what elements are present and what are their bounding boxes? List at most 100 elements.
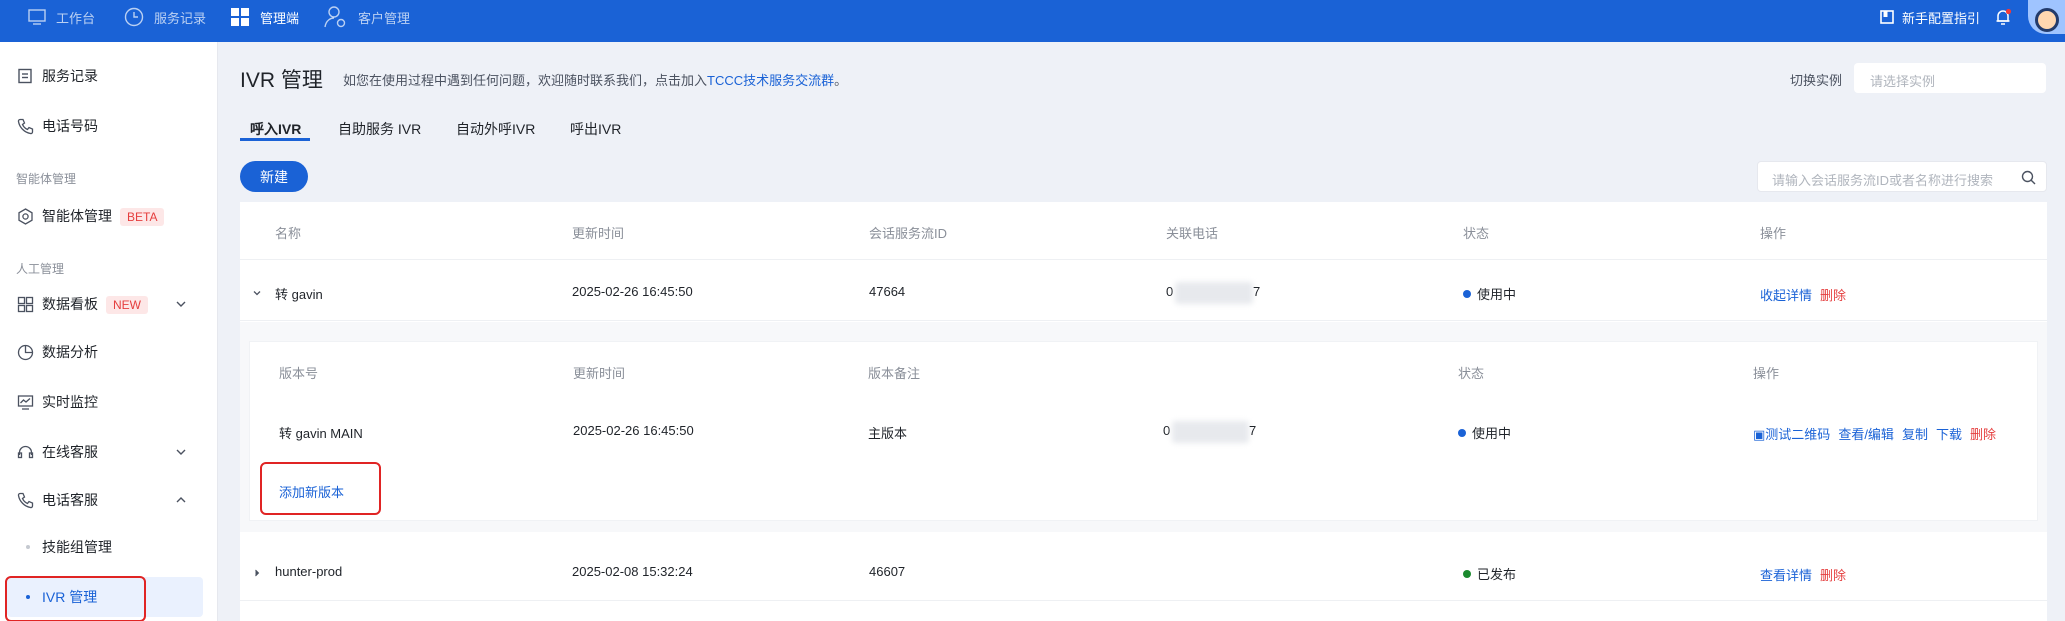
- sidebar-item-phone-numbers[interactable]: 电话号码: [0, 108, 218, 144]
- nav-customer-management[interactable]: 客户管理: [324, 0, 410, 34]
- delete-link[interactable]: 删除: [1820, 565, 1846, 584]
- col-header-updated: 更新时间: [572, 226, 625, 241]
- sidebar-group-ai: 智能体管理: [16, 172, 77, 186]
- sidebar-item-label: 数据看板 NEW: [42, 294, 148, 314]
- ivr-table: 名称 更新时间 会话服务流ID 关联电话 状态 操作 转 gavin 2025-…: [240, 202, 2047, 621]
- version-actions: ▣测试二维码 查看/编辑 复制 下载 删除: [1753, 424, 1996, 443]
- sidebar-item-label: 智能体管理 BETA: [42, 206, 165, 226]
- status-dot: [1463, 569, 1471, 578]
- sidebar-item-label: 电话客服: [42, 492, 98, 508]
- row-flow-id: 47664: [869, 284, 906, 299]
- version-header-number: 版本号: [279, 366, 319, 381]
- bell-icon: [1996, 8, 2012, 25]
- status-text: 使用中: [1472, 426, 1512, 441]
- version-phone-prefix: 0: [1163, 423, 1171, 438]
- view-details-link[interactable]: 查看详情: [1760, 565, 1812, 584]
- sidebar-item-realtime-monitor[interactable]: 实时监控: [0, 384, 218, 420]
- tab-self-service-ivr[interactable]: 自助服务 IVR: [338, 119, 421, 139]
- setup-guide-link[interactable]: 新手配置指引: [1880, 0, 1980, 34]
- status-badge: 已发布: [1463, 564, 1516, 583]
- sidebar-group-manual: 人工管理: [16, 262, 65, 276]
- nav-admin[interactable]: 管理端: [230, 0, 299, 34]
- version-name: 转 gavin MAIN: [279, 426, 363, 441]
- chevron-down-icon: [176, 449, 186, 455]
- status-badge: 使用中: [1463, 284, 1516, 303]
- nav-service-records-label: 服务记录: [154, 10, 207, 26]
- phone-icon: [16, 491, 34, 509]
- status-text: 使用中: [1477, 287, 1517, 302]
- sidebar-item-label: 数据分析: [42, 344, 98, 360]
- tab-auto-outbound-ivr[interactable]: 自动外呼IVR: [456, 119, 535, 139]
- nav-admin-label: 管理端: [260, 10, 300, 26]
- version-header-actions: 操作: [1753, 366, 1780, 381]
- sidebar-item-label: 服务记录: [42, 68, 98, 84]
- view-edit-link[interactable]: 查看/编辑: [1838, 424, 1894, 443]
- sidebar-item-label: 电话号码: [42, 118, 98, 134]
- phone-icon: [16, 117, 34, 135]
- copy-link[interactable]: 复制: [1902, 424, 1928, 443]
- sidebar-item-dashboard[interactable]: 数据看板 NEW: [0, 286, 218, 322]
- user-settings-icon: [324, 6, 346, 28]
- monitor-icon: [28, 9, 46, 25]
- dashboard-text: 数据看板: [42, 296, 98, 312]
- nav-service-records[interactable]: 服务记录: [124, 0, 206, 34]
- sidebar-item-data-analysis[interactable]: 数据分析: [0, 334, 218, 370]
- new-button[interactable]: 新建: [240, 161, 308, 192]
- active-tab-indicator: [240, 138, 310, 141]
- instance-select[interactable]: 请选择实例: [1854, 63, 2046, 93]
- sidebar-item-service-records[interactable]: 服务记录: [0, 58, 218, 94]
- sidebar-item-phone-service[interactable]: 电话客服: [0, 482, 218, 518]
- row-name: hunter-prod: [275, 564, 343, 579]
- top-navigation-bar: 工作台 服务记录 管理端 客户管理 新手配置指引: [0, 0, 2065, 42]
- row-phone-prefix: 0: [1166, 284, 1174, 299]
- agent-management-text: 智能体管理: [42, 208, 112, 224]
- bullet-icon: [26, 545, 30, 549]
- version-table: 版本号 更新时间 版本备注 状态 操作 转 gavin MAIN 2025-02…: [250, 342, 2037, 520]
- redacted-phone: [1175, 282, 1253, 304]
- delete-link[interactable]: 删除: [1820, 285, 1846, 304]
- version-header-status: 状态: [1458, 366, 1485, 381]
- col-header-phone: 关联电话: [1166, 226, 1219, 241]
- delete-link[interactable]: 删除: [1970, 424, 1996, 443]
- status-badge: 使用中: [1458, 423, 1511, 442]
- status-dot: [1463, 289, 1471, 298]
- new-badge: NEW: [106, 296, 148, 314]
- qrcode-icon: ▣: [1753, 427, 1766, 442]
- chevron-right-icon[interactable]: [252, 568, 262, 578]
- notice-text: 如您在使用过程中遇到任何问题，欢迎随时联系我们，点击加入: [343, 73, 708, 88]
- download-link[interactable]: 下载: [1936, 424, 1962, 443]
- sidebar-item-online-service[interactable]: 在线客服: [0, 434, 218, 470]
- collapse-details-link[interactable]: 收起详情: [1760, 285, 1812, 304]
- beta-badge: BETA: [120, 208, 165, 226]
- row-updated: 2025-02-26 16:45:50: [572, 284, 693, 299]
- nav-customer-management-label: 客户管理: [358, 10, 411, 26]
- nav-workbench[interactable]: 工作台: [28, 0, 95, 34]
- grid-icon: [231, 8, 249, 26]
- tech-group-link[interactable]: TCCC技术服务交流群: [707, 73, 834, 88]
- user-avatar[interactable]: [2028, 0, 2065, 34]
- row-phone-suffix: 7: [1253, 284, 1261, 299]
- chevron-down-icon[interactable]: [252, 288, 262, 298]
- monitor-chart-icon: [16, 393, 34, 411]
- gear-hex-icon: [16, 207, 34, 225]
- sidebar-item-agent-management[interactable]: 智能体管理 BETA: [0, 198, 218, 234]
- notification-bell[interactable]: [1994, 0, 2012, 34]
- sidebar-item-label: 在线客服: [42, 444, 98, 460]
- version-note: 主版本: [868, 426, 908, 441]
- sidebar-subitem-label: 技能组管理: [42, 539, 112, 555]
- annotation-highlight-ivr: [5, 576, 146, 621]
- switch-instance-label: 切换实例: [1790, 73, 1843, 88]
- test-qrcode-link[interactable]: ▣测试二维码: [1753, 424, 1830, 443]
- help-notice: 如您在使用过程中遇到任何问题，欢迎随时联系我们，点击加入TCCC技术服务交流群。: [343, 70, 847, 89]
- test-qrcode-text: 测试二维码: [1765, 427, 1831, 442]
- tab-outbound-ivr[interactable]: 呼出IVR: [570, 119, 621, 139]
- page-title: IVR 管理: [240, 69, 323, 92]
- annotation-highlight-add-version: [260, 462, 381, 515]
- divider: [240, 320, 2047, 321]
- version-updated: 2025-02-26 16:45:50: [573, 423, 694, 438]
- sidebar-subitem-skill-group[interactable]: 技能组管理: [7, 527, 203, 567]
- pie-icon: [16, 343, 34, 361]
- sidebar-item-label: 实时监控: [42, 394, 98, 410]
- search-input[interactable]: 请输入会话服务流ID或者名称进行搜索: [1757, 161, 2047, 192]
- tab-inbound-ivr[interactable]: 呼入IVR: [250, 119, 301, 139]
